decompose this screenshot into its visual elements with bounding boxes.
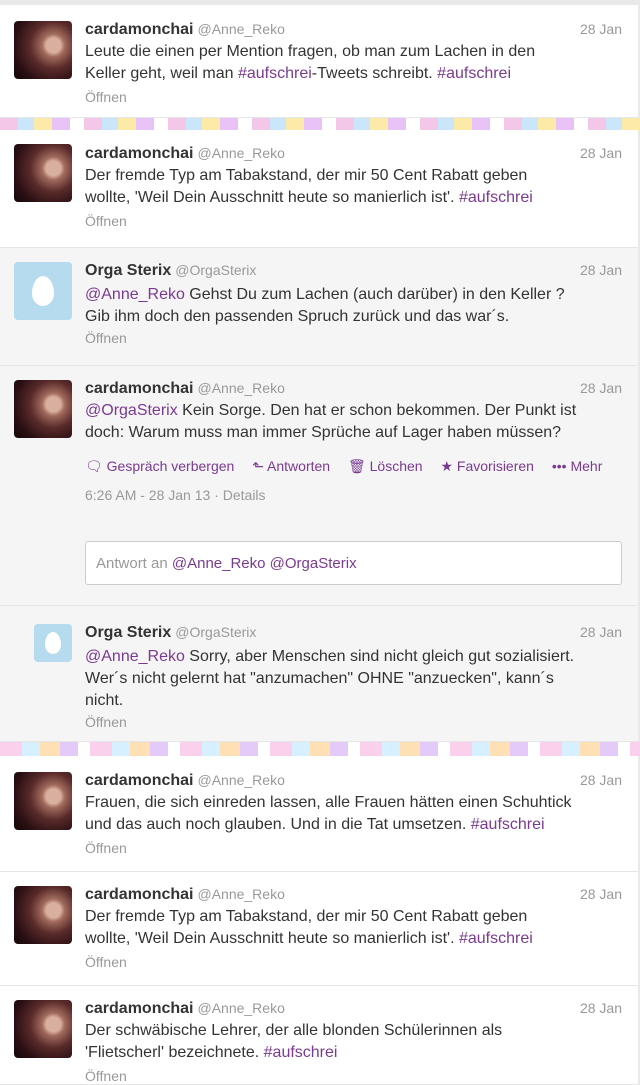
hashtag-link[interactable]: #aufschrei [264,1044,338,1061]
tweet[interactable]: Orga Sterix @OrgaSterix 28 Jan @Anne_Reko… [0,248,638,366]
more-button[interactable]: ••• Mehr [552,458,603,474]
tweet-date[interactable]: 28 Jan [580,262,622,278]
reply-tweet[interactable]: Orga Sterix @OrgaSterix 28 Jan @Anne_Reko… [0,606,638,742]
user-handle: @Anne_Reko [197,145,285,161]
tweet-text: Der schwäbische Lehrer, der alle blonden… [85,1022,503,1061]
speech-bubble-icon: 🗨 [85,458,103,474]
tweet-text: Frauen, die sich einreden lassen, alle F… [85,794,572,833]
mention-link[interactable]: @OrgaSterix [85,402,178,419]
user-name[interactable]: cardamonchai @Anne_Reko [85,145,285,163]
avatar[interactable] [14,886,72,944]
user-handle: @OrgaSterix [175,624,257,640]
favorite-button[interactable]: ★ Favorisieren [440,458,533,474]
avatar[interactable] [14,772,72,830]
user-name[interactable]: cardamonchai @Anne_Reko [85,380,285,398]
tweet-text: Leute die einen per Mention fragen, ob m… [85,43,536,82]
tweet[interactable]: cardamonchai @Anne_Reko 28 Jan Frauen, di… [0,756,638,872]
tweet[interactable]: cardamonchai @Anne_Reko 28 Jan Der fremde… [0,872,638,986]
user-name[interactable]: cardamonchai @Anne_Reko [85,21,285,39]
hide-conversation-button[interactable]: 🗨 Gespräch verbergen [85,458,234,474]
background-banner-strip [0,742,640,756]
open-link[interactable]: Öffnen [85,89,127,105]
tweet-date[interactable]: 28 Jan [580,380,622,396]
tweet-text: @OrgaSterix Kein Sorge. Den hat er schon… [85,402,577,441]
user-name[interactable]: cardamonchai @Anne_Reko [85,772,285,790]
mention-link[interactable]: @Anne_Reko [85,286,185,303]
tweet-text: @Anne_Reko Sorry, aber Menschen sind nic… [85,648,575,709]
user-handle: @Anne_Reko [197,1000,285,1016]
tweet-date[interactable]: 28 Jan [580,145,622,161]
user-handle: @OrgaSterix [175,262,257,278]
user-handle: @Anne_Reko [197,886,285,902]
open-link[interactable]: Öffnen [85,330,127,346]
avatar[interactable] [14,21,72,79]
tweet-date[interactable]: 28 Jan [580,772,622,788]
avatar[interactable] [34,624,72,662]
tweet-timestamp-details[interactable]: 6:26 AM - 28 Jan 13 · Details [85,487,266,503]
reply-arrow-icon: ⬑ [252,458,264,474]
avatar[interactable] [14,380,72,438]
open-link[interactable]: Öffnen [85,1068,127,1084]
tweet-text: Der fremde Typ am Tabakstand, der mir 50… [85,167,533,206]
tweet-date[interactable]: 28 Jan [580,1000,622,1016]
open-link[interactable]: Öffnen [85,714,127,730]
delete-button[interactable]: 🗑 Löschen [348,458,423,474]
hashtag-link[interactable]: #aufschrei [459,189,533,206]
user-name[interactable]: cardamonchai @Anne_Reko [85,886,285,904]
tweet[interactable]: cardamonchai @Anne_Reko 28 Jan Der schwäb… [0,986,638,1085]
hashtag-link[interactable]: #aufschrei [471,816,545,833]
egg-icon [32,276,54,306]
user-handle: @Anne_Reko [197,380,285,396]
ellipsis-icon: ••• [551,458,567,474]
tweet[interactable]: cardamonchai @Anne_Reko 28 Jan Der fremde… [0,130,638,248]
tweet-date[interactable]: 28 Jan [580,624,622,640]
avatar[interactable] [14,144,72,202]
avatar[interactable] [14,262,72,320]
star-icon: ★ [440,458,454,474]
tweet-date[interactable]: 28 Jan [580,886,622,902]
user-name[interactable]: cardamonchai @Anne_Reko [85,1000,285,1018]
reply-placeholder: Antwort an @Anne_Reko @OrgaSterix [96,555,357,572]
user-name[interactable]: Orga Sterix @OrgaSterix [85,262,256,280]
trash-icon: 🗑 [347,458,366,474]
egg-icon [45,632,61,654]
open-link[interactable]: Öffnen [85,840,127,856]
user-handle: @Anne_Reko [197,772,285,788]
reply-input[interactable]: Antwort an @Anne_Reko @OrgaSterix [85,541,622,585]
tweet-text: @Anne_Reko Gehst Du zum Lachen (auch dar… [85,286,565,325]
avatar[interactable] [14,1000,72,1058]
mention-link[interactable]: @Anne_Reko [85,648,185,665]
user-handle: @Anne_Reko [197,21,285,37]
open-link[interactable]: Öffnen [85,954,127,970]
tweet-date[interactable]: 28 Jan [580,21,622,37]
reply-button[interactable]: ⬑ Antworten [252,458,330,474]
hashtag-link[interactable]: #aufschrei [437,65,511,82]
hashtag-link[interactable]: #aufschrei [238,65,312,82]
open-link[interactable]: Öffnen [85,213,127,229]
hashtag-link[interactable]: #aufschrei [459,930,533,947]
tweet-text: Der fremde Typ am Tabakstand, der mir 50… [85,908,533,947]
tweet-actions: 🗨 Gespräch verbergen ⬑ Antworten 🗑 Lösch… [85,458,616,475]
user-name[interactable]: Orga Sterix @OrgaSterix [85,624,256,642]
tweet[interactable]: cardamonchai @Anne_Reko 28 Jan Leute die … [0,5,638,118]
